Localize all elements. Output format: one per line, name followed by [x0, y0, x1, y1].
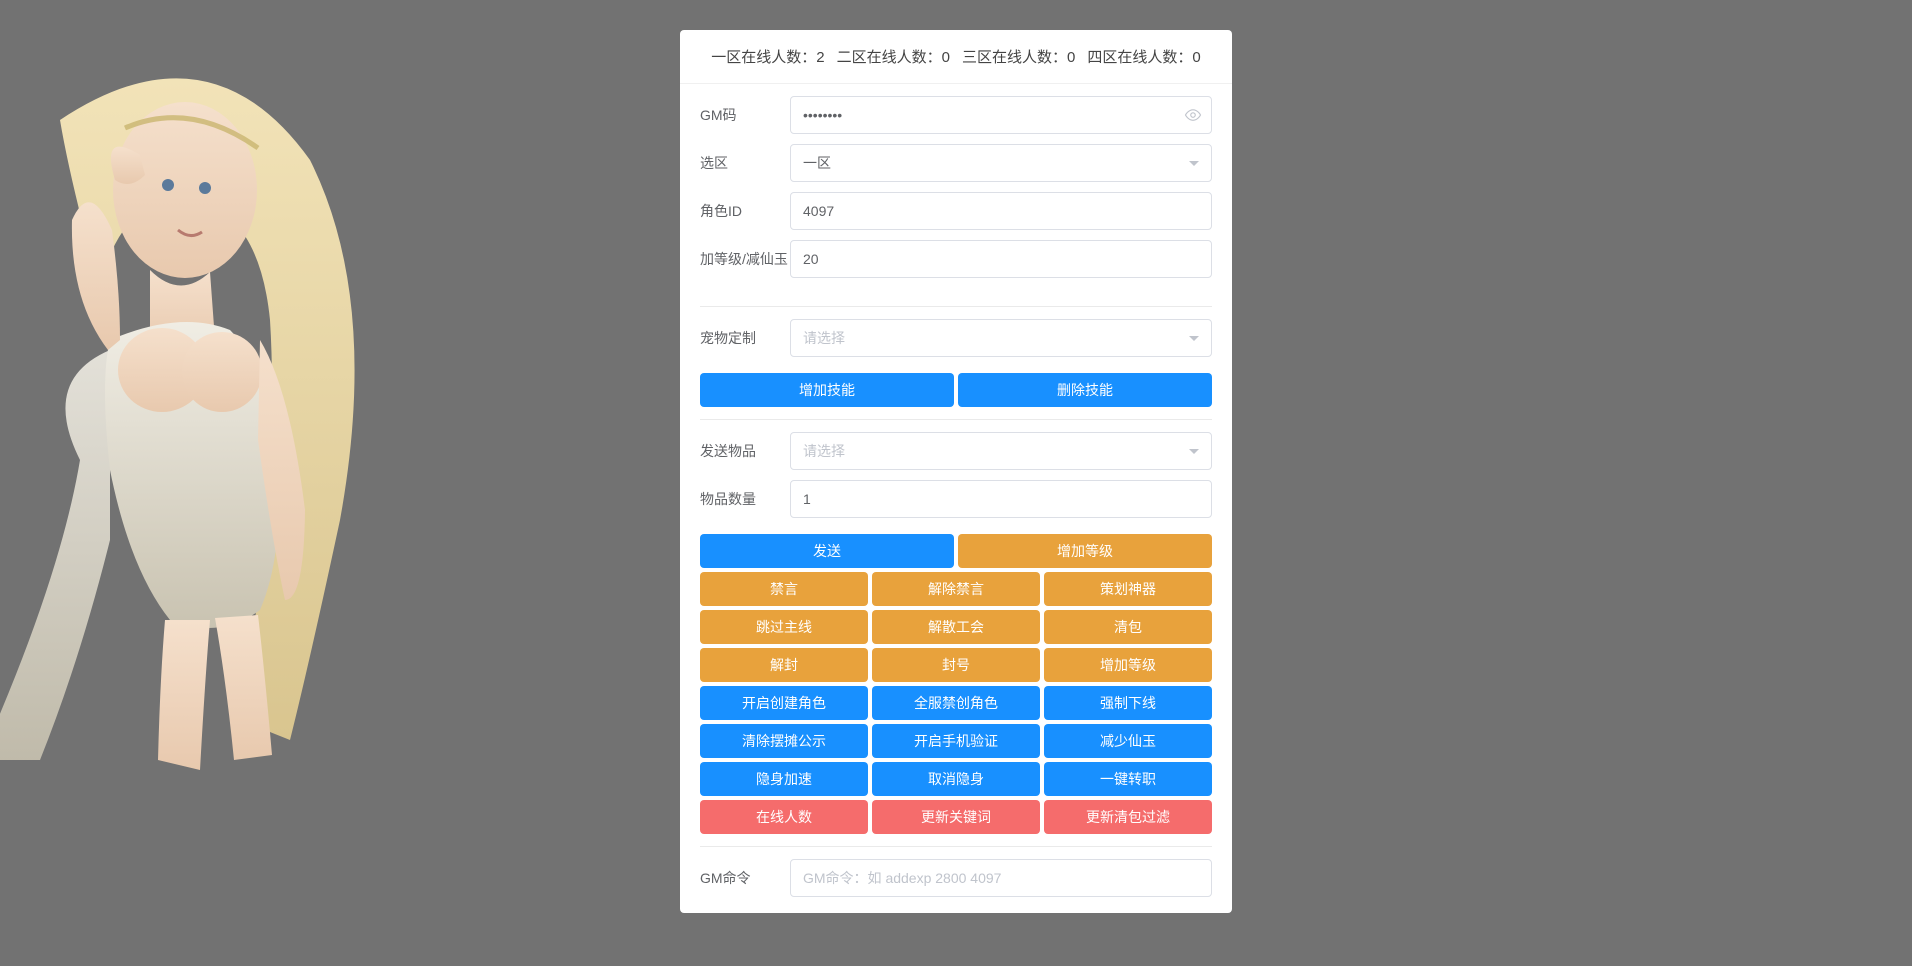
- role-id-label: 角色ID: [700, 201, 790, 221]
- ban-button[interactable]: 封号: [872, 648, 1040, 682]
- level-input[interactable]: [790, 240, 1212, 278]
- unmute-button[interactable]: 解除禁言: [872, 572, 1040, 606]
- send-button[interactable]: 发送: [700, 534, 954, 568]
- zone-label: 选区: [700, 153, 790, 173]
- admin-panel: 一区在线人数：2 二区在线人数：0 三区在线人数：0 四区在线人数：0 GM码 …: [680, 30, 1232, 913]
- item-qty-label: 物品数量: [700, 489, 790, 509]
- clear-bag-button[interactable]: 清包: [1044, 610, 1212, 644]
- gm-code-label: GM码: [700, 105, 790, 125]
- page-scroll[interactable]: 一区在线人数：2 二区在线人数：0 三区在线人数：0 四区在线人数：0 GM码 …: [0, 0, 1912, 966]
- one-key-transfer-button[interactable]: 一键转职: [1044, 762, 1212, 796]
- chevron-down-icon: [1189, 336, 1199, 341]
- update-clear-filter-button[interactable]: 更新清包过滤: [1044, 800, 1212, 834]
- skip-mainline-button[interactable]: 跳过主线: [700, 610, 868, 644]
- open-phone-verify-button[interactable]: 开启手机验证: [872, 724, 1040, 758]
- send-item-select[interactable]: 请选择: [790, 432, 1212, 470]
- gm-cmd-input[interactable]: [790, 859, 1212, 897]
- gm-cmd-label: GM命令: [700, 868, 790, 888]
- eye-icon[interactable]: [1184, 106, 1202, 124]
- mute-button[interactable]: 禁言: [700, 572, 868, 606]
- reduce-xianyu-button[interactable]: 减少仙玉: [1044, 724, 1212, 758]
- online-stats-bar: 一区在线人数：2 二区在线人数：0 三区在线人数：0 四区在线人数：0: [680, 30, 1232, 84]
- unban-button[interactable]: 解封: [700, 648, 868, 682]
- add-level-button[interactable]: 增加等级: [958, 534, 1212, 568]
- online-count-button[interactable]: 在线人数: [700, 800, 868, 834]
- zone-select[interactable]: 一区: [790, 144, 1212, 182]
- level-label: 加等级/减仙玉: [700, 249, 790, 269]
- global-ban-create-button[interactable]: 全服禁创角色: [872, 686, 1040, 720]
- chevron-down-icon: [1189, 449, 1199, 454]
- open-create-role-button[interactable]: 开启创建角色: [700, 686, 868, 720]
- disband-guild-button[interactable]: 解散工会: [872, 610, 1040, 644]
- add-skill-button[interactable]: 增加技能: [700, 373, 954, 407]
- role-id-input[interactable]: [790, 192, 1212, 230]
- clear-marquee-button[interactable]: 清除摆摊公示: [700, 724, 868, 758]
- chevron-down-icon: [1189, 161, 1199, 166]
- force-offline-button[interactable]: 强制下线: [1044, 686, 1212, 720]
- gm-code-input[interactable]: [790, 96, 1212, 134]
- add-level2-button[interactable]: 增加等级: [1044, 648, 1212, 682]
- pet-custom-select[interactable]: 请选择: [790, 319, 1212, 357]
- item-qty-input[interactable]: [790, 480, 1212, 518]
- stealth-speedup-button[interactable]: 隐身加速: [700, 762, 868, 796]
- send-item-label: 发送物品: [700, 441, 790, 461]
- planner-artifact-button[interactable]: 策划神器: [1044, 572, 1212, 606]
- cancel-stealth-button[interactable]: 取消隐身: [872, 762, 1040, 796]
- pet-custom-label: 宠物定制: [700, 328, 790, 348]
- delete-skill-button[interactable]: 删除技能: [958, 373, 1212, 407]
- update-keywords-button[interactable]: 更新关键词: [872, 800, 1040, 834]
